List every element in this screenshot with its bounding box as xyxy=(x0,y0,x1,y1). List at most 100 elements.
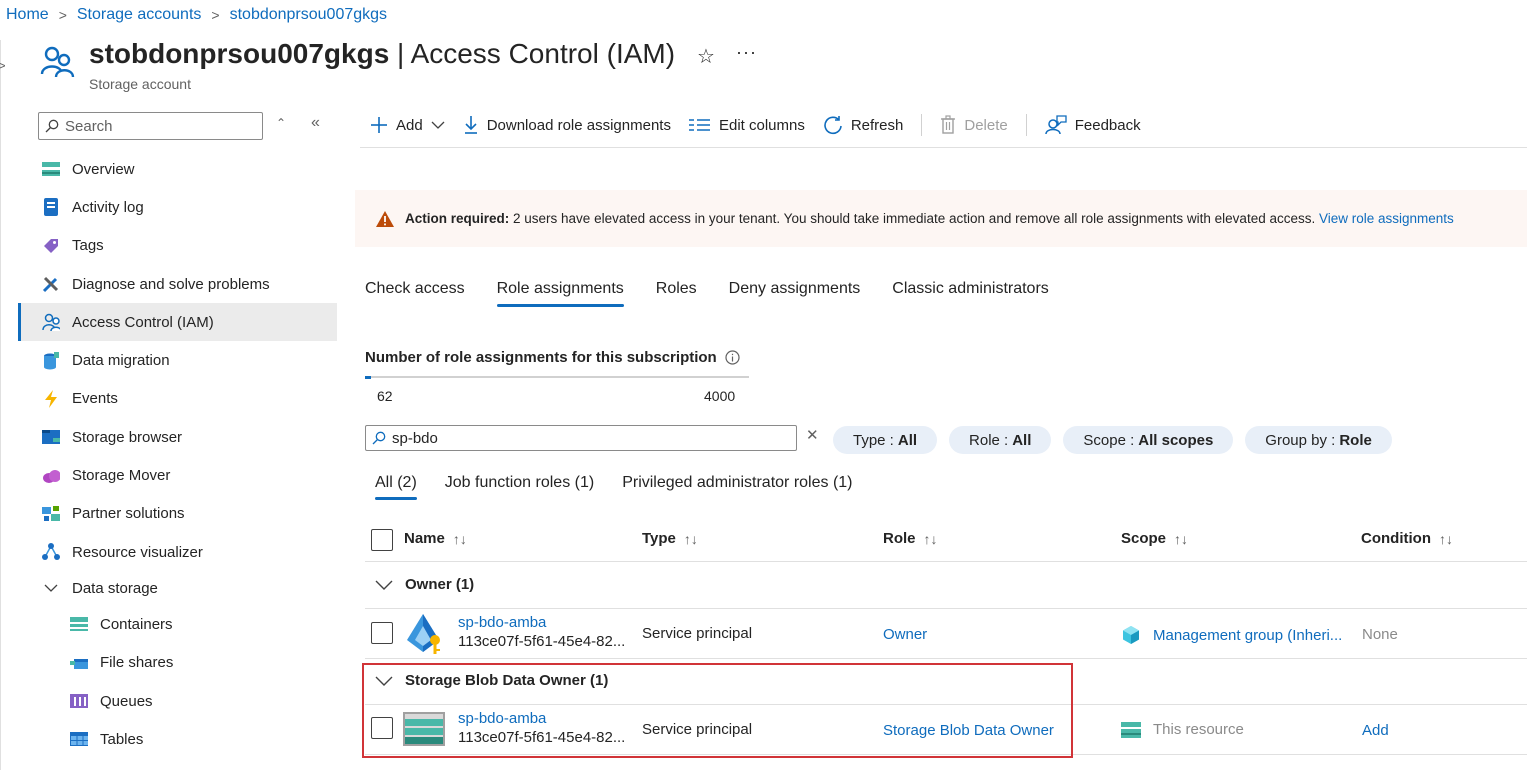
subtab-job-function-roles[interactable]: Job function roles (1) xyxy=(445,474,594,500)
subtab-all[interactable]: All (2) xyxy=(375,474,417,500)
progress-fill xyxy=(365,375,371,379)
chevron-right-icon: > xyxy=(211,7,220,23)
columns-icon xyxy=(688,119,710,131)
more-options-icon[interactable]: ··· xyxy=(736,42,757,63)
scope-text: This resource xyxy=(1153,721,1244,738)
download-label: Download role assignments xyxy=(486,116,671,134)
filter-search[interactable] xyxy=(365,425,797,451)
sidebar-item-label: Data migration xyxy=(72,352,170,370)
sidebar-item-overview[interactable]: Overview xyxy=(18,150,337,188)
column-header-scope[interactable]: Scope ↑↓ xyxy=(1121,530,1188,547)
tab-check-access[interactable]: Check access xyxy=(365,280,465,307)
clear-filter-icon[interactable]: ✕ xyxy=(806,426,819,444)
management-group-icon xyxy=(1123,626,1139,644)
banner-text: Action required: 2 users have elevated a… xyxy=(405,211,1454,226)
refresh-button[interactable]: Refresh xyxy=(823,115,904,135)
tab-deny-assignments[interactable]: Deny assignments xyxy=(729,280,861,307)
row-type: Service principal xyxy=(642,625,753,642)
breadcrumb-resource[interactable]: stobdonprsou007gkgs xyxy=(230,6,387,24)
sort-icon: ↑↓ xyxy=(1438,530,1453,547)
role-assignment-progress-bar xyxy=(365,375,749,379)
wrench-icon xyxy=(42,275,60,293)
group-title: Owner (1) xyxy=(405,576,475,593)
filter-search-input[interactable] xyxy=(392,429,772,447)
sidebar-item-data-migration[interactable]: Data migration xyxy=(18,341,337,379)
visualizer-icon xyxy=(42,543,60,561)
feedback-button[interactable]: Feedback xyxy=(1044,115,1141,135)
sidebar-item-events[interactable]: Events xyxy=(18,380,337,418)
row-checkbox[interactable] xyxy=(371,622,393,644)
add-button[interactable]: Add xyxy=(370,116,445,134)
action-required-banner: Action required: 2 users have elevated a… xyxy=(355,190,1527,247)
column-header-condition[interactable]: Condition ↑↓ xyxy=(1361,530,1453,547)
expand-menu-icon[interactable]: > xyxy=(0,58,6,73)
select-all-checkbox[interactable] xyxy=(371,529,393,551)
feedback-icon xyxy=(1044,115,1067,135)
tab-classic-administrators[interactable]: Classic administrators xyxy=(892,280,1048,307)
sidebar-item-tables[interactable]: Tables xyxy=(18,720,337,758)
delete-button[interactable]: Delete xyxy=(940,115,1008,135)
search-icon xyxy=(372,431,386,445)
row-scope: Management group (Inheri... xyxy=(1121,625,1342,645)
role-filter-pill[interactable]: Role : All xyxy=(949,426,1052,454)
column-header-name[interactable]: Name ↑↓ xyxy=(404,530,467,547)
type-filter-pill[interactable]: Type : All xyxy=(833,426,938,454)
sidebar-item-activity-log[interactable]: Activity log xyxy=(18,188,337,226)
subtab-privileged-administrator-roles[interactable]: Privileged administrator roles (1) xyxy=(622,474,852,500)
left-edge-divider xyxy=(0,40,1,770)
sidebar-section-data-storage[interactable]: Data storage xyxy=(18,571,337,605)
toolbar-divider xyxy=(1025,114,1027,136)
sidebar-item-file-shares[interactable]: File shares xyxy=(18,644,337,682)
column-header-role[interactable]: Role ↑↓ xyxy=(883,530,938,547)
row-role-link[interactable]: Owner xyxy=(883,626,927,643)
sidebar-item-label: Storage browser xyxy=(72,428,183,446)
sort-icon: ↑↓ xyxy=(923,530,938,547)
sidebar-search[interactable] xyxy=(38,112,263,140)
info-icon[interactable] xyxy=(725,350,740,365)
sidebar-item-label: Tables xyxy=(100,730,144,748)
refresh-label: Refresh xyxy=(850,116,904,134)
sidebar-item-storage-mover[interactable]: Storage Mover xyxy=(18,456,337,494)
view-role-assignments-link[interactable]: View role assignments xyxy=(1319,211,1454,226)
sidebar-item-containers[interactable]: Containers xyxy=(18,605,337,643)
sidebar-item-storage-browser[interactable]: Storage browser xyxy=(18,418,337,456)
warning-icon xyxy=(376,210,394,227)
activity-log-icon xyxy=(42,198,60,217)
sidebar-nav: Overview Activity log Tags Diagnose and … xyxy=(18,150,337,758)
sidebar-section-label: Data storage xyxy=(72,579,158,597)
sort-toggle-icon[interactable]: ⌃ xyxy=(276,116,286,130)
add-label: Add xyxy=(396,116,423,134)
breadcrumb: Home > Storage accounts > stobdonprsou00… xyxy=(6,6,387,24)
sidebar-item-partner-solutions[interactable]: Partner solutions xyxy=(18,495,337,533)
sidebar-search-input[interactable] xyxy=(65,117,245,135)
chevron-down-icon xyxy=(42,579,60,597)
sort-icon: ↑↓ xyxy=(452,530,467,547)
sidebar-item-tags[interactable]: Tags xyxy=(18,227,337,265)
column-header-type[interactable]: Type ↑↓ xyxy=(642,530,698,547)
add-condition-link[interactable]: Add xyxy=(1362,722,1389,739)
edit-columns-button[interactable]: Edit columns xyxy=(688,116,805,134)
sidebar-item-diagnose[interactable]: Diagnose and solve problems xyxy=(18,265,337,303)
breadcrumb-home[interactable]: Home xyxy=(6,6,49,24)
sidebar-item-queues[interactable]: Queues xyxy=(18,682,337,720)
row-divider xyxy=(365,658,1527,659)
edit-columns-label: Edit columns xyxy=(718,116,805,134)
count-max: 4000 xyxy=(704,388,736,404)
download-role-assignments-button[interactable]: Download role assignments xyxy=(463,115,671,135)
tab-roles[interactable]: Roles xyxy=(656,280,697,307)
group-header-owner[interactable]: Owner (1) xyxy=(375,576,474,593)
tab-role-assignments[interactable]: Role assignments xyxy=(496,280,624,307)
breadcrumb-storage-accounts[interactable]: Storage accounts xyxy=(77,6,202,24)
principal-name-link[interactable]: sp-bdo-amba xyxy=(458,614,625,631)
sidebar-item-access-control[interactable]: Access Control (IAM) xyxy=(18,303,337,342)
collapse-sidebar-icon[interactable]: « xyxy=(311,114,320,132)
scope-filter-pill[interactable]: Scope : All scopes xyxy=(1063,426,1234,454)
scope-link[interactable]: Management group (Inheri... xyxy=(1153,627,1342,644)
toolbar-divider-line xyxy=(360,147,1527,148)
title-separator: | xyxy=(389,38,411,69)
group-by-pill[interactable]: Group by : Role xyxy=(1245,426,1392,454)
sidebar-item-label: Tags xyxy=(72,237,104,255)
sidebar-item-label: Activity log xyxy=(72,198,144,216)
star-icon[interactable]: ☆ xyxy=(697,44,715,69)
sidebar-item-resource-visualizer[interactable]: Resource visualizer xyxy=(18,533,337,571)
